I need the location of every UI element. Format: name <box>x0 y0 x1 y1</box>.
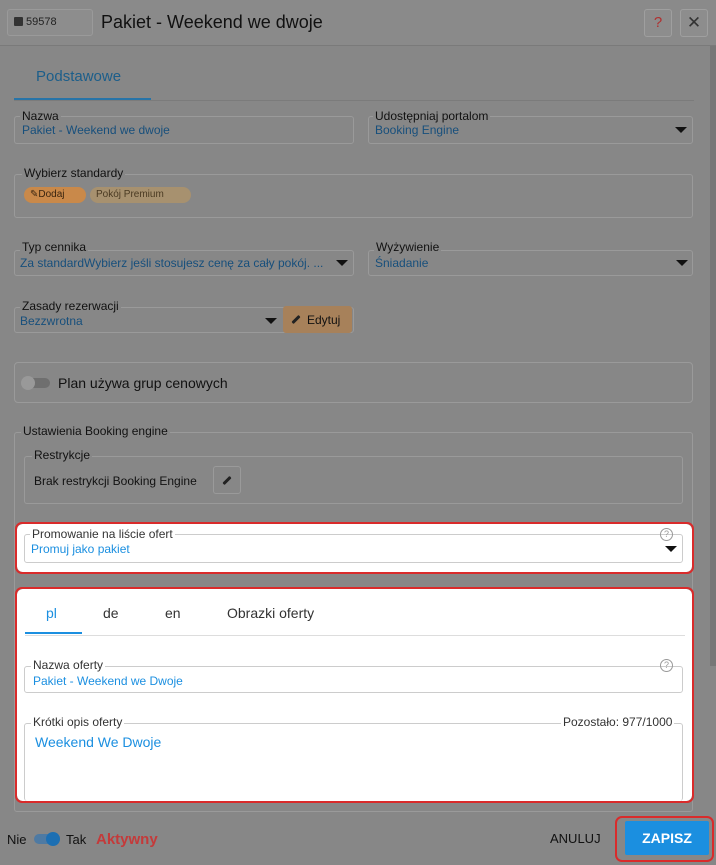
calendar-icon <box>14 17 23 26</box>
edit-restrictions-button[interactable] <box>213 466 241 494</box>
restrictions-label: Restrykcje <box>32 448 93 462</box>
meals-value: Śniadanie <box>375 256 429 270</box>
chevron-down-icon[interactable] <box>336 260 348 266</box>
toggle-yes-label: Tak <box>66 832 87 847</box>
add-chip-label: Dodaj <box>38 189 65 200</box>
dialog-title: Pakiet - Weekend we dwoje <box>101 12 323 32</box>
toggle-knob <box>46 832 60 846</box>
status-active: Aktywny <box>96 831 158 848</box>
edit-plan-dialog: 59578 Pakiet - Weekend we dwoje ? ✕ Pods… <box>0 0 716 865</box>
toggle-no-label: Nie <box>7 832 27 847</box>
price-groups-toggle[interactable] <box>21 376 50 390</box>
edit-rules-button[interactable]: Edytuj <box>283 306 352 333</box>
record-id-box: 59578 <box>7 9 93 36</box>
chevron-down-icon[interactable] <box>676 260 688 266</box>
meals-label: Wyżywienie <box>374 240 442 254</box>
portals-value: Booking Engine <box>375 123 460 137</box>
restrictions-value: Brak restrykcji Booking Engine <box>34 474 197 488</box>
close-icon: ✕ <box>686 13 702 32</box>
standards-label: Wybierz standardy <box>22 166 126 180</box>
close-button[interactable]: ✕ <box>680 9 708 37</box>
rules-label: Zasady rezerwacji <box>20 299 121 313</box>
rules-value: Bezzwrotna <box>20 314 83 328</box>
name-label: Nazwa <box>20 109 61 123</box>
highlight-frame <box>15 522 694 574</box>
name-value: Pakiet - Weekend we dwoje <box>22 123 170 137</box>
scrollbar[interactable] <box>710 46 716 666</box>
price-groups-box: Plan używa grup cenowych <box>14 362 693 403</box>
highlight-frame <box>615 816 714 862</box>
cancel-button[interactable]: ANULUJ <box>550 831 601 846</box>
price-groups-label: Plan używa grup cenowych <box>58 375 228 391</box>
portals-label: Udostępniaj portalom <box>373 109 491 123</box>
record-id: 59578 <box>26 16 57 28</box>
dialog-header: 59578 Pakiet - Weekend we dwoje ? ✕ <box>0 0 716 46</box>
pencil-icon <box>291 314 301 325</box>
pencil-icon <box>222 475 232 486</box>
help-button[interactable]: ? <box>644 9 672 37</box>
booking-engine-label: Ustawienia Booking engine <box>21 424 170 438</box>
chevron-down-icon[interactable] <box>265 318 277 324</box>
highlight-frame <box>15 587 694 803</box>
chevron-down-icon[interactable] <box>675 127 687 133</box>
pricing-type-label: Typ cennika <box>20 240 89 254</box>
standard-chip[interactable]: Pokój Premium <box>90 187 191 203</box>
toggle-knob <box>21 376 35 390</box>
active-toggle[interactable] <box>34 832 60 846</box>
tab-podstawowe[interactable]: Podstawowe <box>36 68 121 85</box>
pricing-type-value: Za standardWybierz jeśli stosujesz cenę … <box>20 256 324 270</box>
edit-label: Edytuj <box>307 313 341 327</box>
tab-divider <box>14 100 694 101</box>
add-standard-chip[interactable]: ✎Dodaj <box>24 187 86 203</box>
help-icon: ? <box>653 14 663 31</box>
